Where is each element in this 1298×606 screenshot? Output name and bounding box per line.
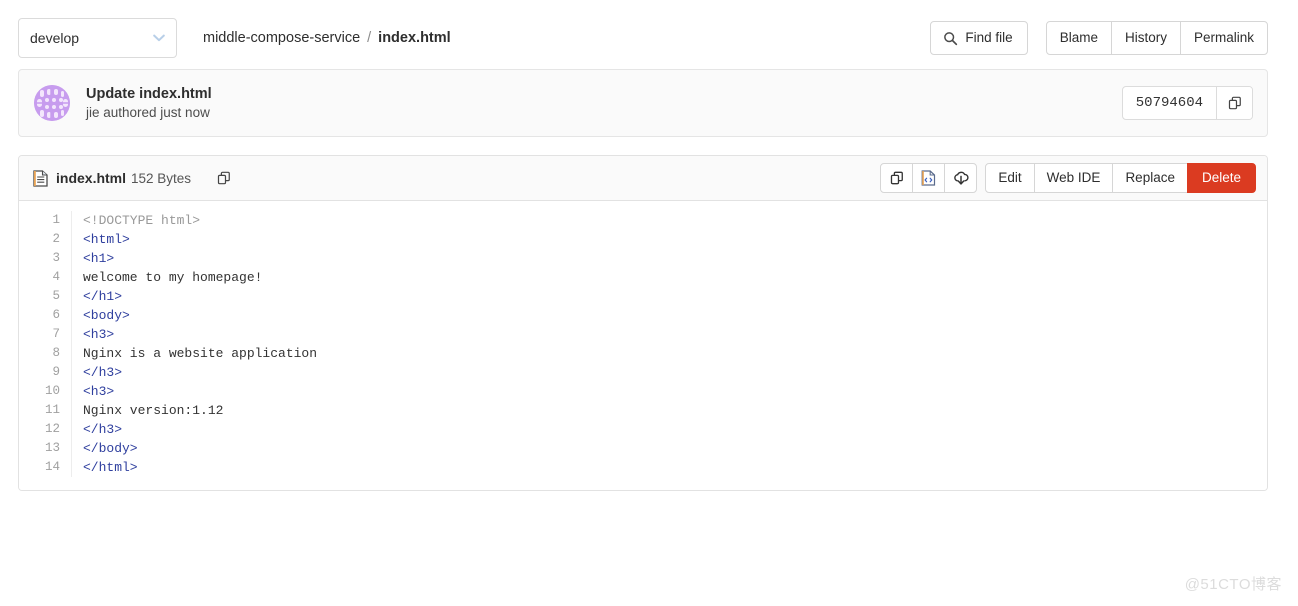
line-number-gutter: 1 2 3 4 5 6 7 8 9 10 11 12 13 14 [19,211,72,477]
download-button[interactable] [944,163,978,193]
code-token: <h3> [83,327,115,342]
code-line: </h3> [83,363,1267,382]
code-token: </html> [83,460,138,475]
file-header: index.html 152 Bytes Edit Web IDE Replac… [19,156,1267,201]
line-number[interactable]: 7 [19,325,60,344]
code-content[interactable]: <!DOCTYPE html> <html> <h1> welcome to my h… [72,211,1267,477]
code-token: <body> [83,308,130,323]
line-number[interactable]: 12 [19,420,60,439]
download-icon [954,171,969,185]
file-action-buttons: Edit Web IDE Replace Delete [880,163,1256,193]
file-icon-button-group [880,163,978,193]
file-size: 152 Bytes [131,170,192,186]
identicon-avatar-icon [34,85,70,121]
commit-sha-area: 50794604 [1121,86,1253,120]
code-line: Nginx version:1.12 [83,401,1267,420]
file-identity: index.html 152 Bytes [33,169,231,187]
copy-icon [1228,96,1241,110]
history-button[interactable]: History [1110,21,1181,55]
line-number[interactable]: 5 [19,287,60,306]
avatar[interactable] [34,85,70,121]
branch-selector[interactable]: develop [18,18,177,58]
code-token: </h3> [83,365,123,380]
file-text-button-group: Edit Web IDE Replace Delete [985,163,1256,193]
commit-title[interactable]: Update index.html [86,86,212,102]
file-toolbar: develop middle-compose-service / index.h… [18,18,1268,58]
open-raw-icon [921,170,936,186]
chevron-down-icon [153,34,165,42]
code-line: </h1> [83,287,1267,306]
code-line: <h3> [83,325,1267,344]
branch-selector-label: develop [30,30,80,46]
document-icon [33,169,48,187]
code-line: <h1> [83,249,1267,268]
code-token: <h3> [83,384,115,399]
watermark: @51CTO博客 [1184,576,1282,593]
code-token: </body> [83,441,138,456]
commit-sha-box: 50794604 [1121,86,1253,120]
commit-info-panel: Update index.html jie authored just now … [18,69,1268,137]
edit-button[interactable]: Edit [985,163,1035,193]
copy-commit-sha-button[interactable] [1216,87,1252,119]
code-line: Nginx is a website application [83,344,1267,363]
code-line: <h3> [83,382,1267,401]
commit-meta: jie authored just now [86,105,210,120]
line-number[interactable]: 14 [19,458,60,477]
commit-text: Update index.html jie authored just now [86,86,212,120]
line-number[interactable]: 9 [19,363,60,382]
line-number[interactable]: 10 [19,382,60,401]
commit-sha-value[interactable]: 50794604 [1123,87,1216,119]
code-line: welcome to my homepage! [83,268,1267,287]
permalink-button[interactable]: Permalink [1179,21,1268,55]
line-number[interactable]: 4 [19,268,60,287]
code-token: <h1> [83,251,115,266]
breadcrumb-repo-link[interactable]: middle-compose-service [203,30,360,46]
line-number[interactable]: 8 [19,344,60,363]
search-icon [944,31,958,45]
file-card: index.html 152 Bytes Edit Web IDE Replac… [18,155,1268,491]
file-nav-button-group: Blame History Permalink [1045,21,1268,55]
copy-file-path-button[interactable] [217,171,231,185]
file-name: index.html [56,170,127,186]
blame-button[interactable]: Blame [1045,21,1112,55]
copy-file-contents-button[interactable] [880,163,914,193]
breadcrumb-separator: / [367,30,372,46]
breadcrumb-current-file: index.html [378,30,451,46]
code-line: </h3> [83,420,1267,439]
line-number[interactable]: 1 [19,211,60,230]
copy-icon [217,171,230,185]
code-line: <body> [83,306,1267,325]
code-token: welcome to my homepage! [83,270,263,285]
code-token: Nginx is a website application [83,346,318,361]
code-line: <!DOCTYPE html> [83,211,1267,230]
web-ide-button[interactable]: Web IDE [1033,163,1114,193]
code-line: </html> [83,458,1267,477]
copy-contents-icon [890,171,903,185]
code-viewer: 1 2 3 4 5 6 7 8 9 10 11 12 13 14 <!DOCTYPE html> <html… [19,201,1267,490]
breadcrumb: middle-compose-service / index.html [203,30,451,46]
code-line: <html> [83,230,1267,249]
line-number[interactable]: 6 [19,306,60,325]
line-number[interactable]: 11 [19,401,60,420]
line-number[interactable]: 3 [19,249,60,268]
code-token: <html> [83,232,130,247]
line-number[interactable]: 2 [19,230,60,249]
code-token: Nginx version:1.12 [83,403,224,418]
line-number[interactable]: 13 [19,439,60,458]
code-token: <!DOCTYPE html> [83,213,201,228]
gitlab-file-view-page: develop middle-compose-service / index.h… [0,0,1298,606]
open-raw-button[interactable] [912,163,946,193]
code-line: </body> [83,439,1267,458]
find-file-label: Find file [965,30,1013,46]
code-token: </h3> [83,422,123,437]
find-file-button[interactable]: Find file [930,21,1028,55]
replace-button[interactable]: Replace [1112,163,1188,193]
toolbar-actions: Find file Blame History Permalink [930,21,1268,55]
code-token: </h1> [83,289,123,304]
delete-button[interactable]: Delete [1186,163,1256,193]
